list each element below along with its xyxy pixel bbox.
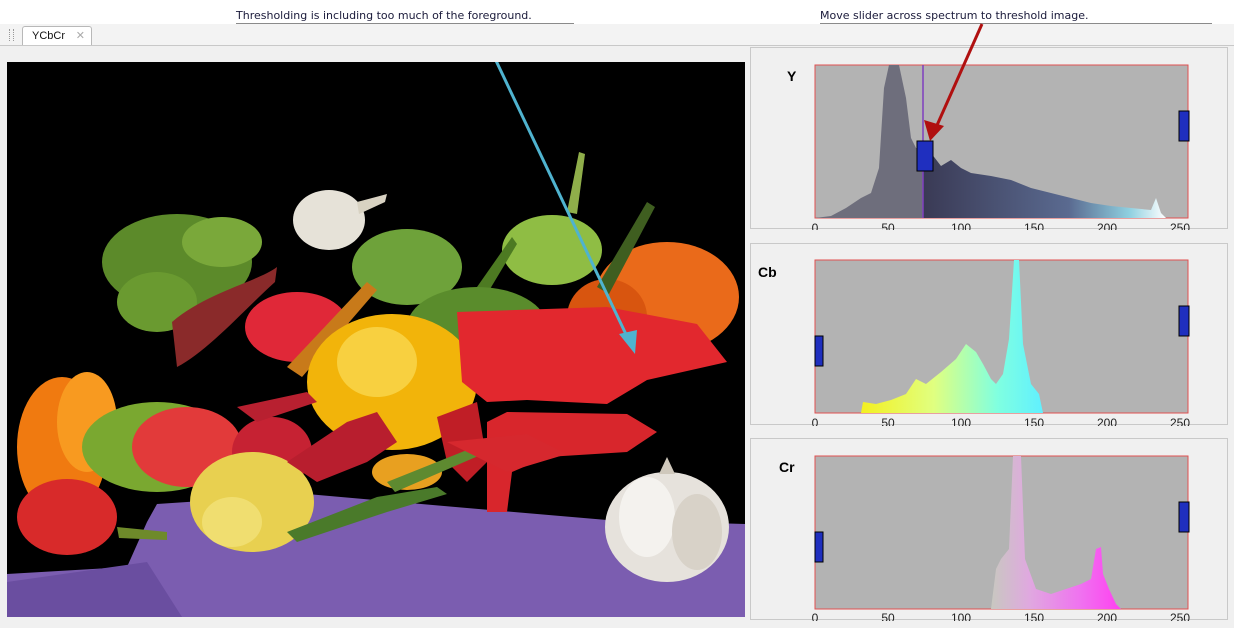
annotation-right: Move slider across spectrum to threshold… (820, 9, 1089, 22)
histogram-cb-plot: 0 50 100 150 200 250 (812, 259, 1190, 426)
tick-label: 50 (881, 221, 895, 230)
tick-label: 0 (812, 221, 819, 230)
histogram-y-upper-slider[interactable] (1178, 110, 1190, 142)
thresholded-image (7, 62, 745, 617)
histogram-panel-cb: Cb 0 50 100 150 200 250 (750, 243, 1228, 426)
histogram-y-lower-slider[interactable] (916, 140, 934, 172)
tick-label: 100 (951, 221, 971, 230)
histogram-cr-lower-slider[interactable] (814, 531, 824, 563)
tick-label: 150 (1024, 416, 1044, 426)
tick-label: 250 (1170, 416, 1190, 426)
tick-label: 50 (881, 416, 895, 426)
histogram-cb-lower-slider[interactable] (814, 335, 824, 367)
peppers-image (7, 62, 745, 617)
histogram-cb-upper-slider[interactable] (1178, 305, 1190, 337)
annotation-left: Thresholding is including too much of th… (236, 9, 532, 22)
tick-label: 250 (1170, 221, 1190, 230)
histogram-y-plot: 0 50 100 150 200 250 (812, 64, 1190, 230)
tab-strip: YCbCr ✕ (0, 24, 1234, 46)
tick-label: 50 (881, 611, 895, 621)
tick-label: 200 (1097, 221, 1117, 230)
tick-label: 150 (1024, 221, 1044, 230)
tick-label: 200 (1097, 611, 1117, 621)
histogram-cr-plot: 0 50 100 150 200 250 (812, 455, 1190, 621)
tick-label: 0 (812, 416, 819, 426)
histogram-panel-y: Y 0 50 100 150 200 250 (750, 47, 1228, 230)
histogram-panel-cr: Cr 0 50 100 150 200 250 (750, 438, 1228, 621)
tick-label: 100 (951, 611, 971, 621)
tab-ycbcr[interactable]: YCbCr ✕ (22, 26, 92, 45)
tick-label: 150 (1024, 611, 1044, 621)
close-icon[interactable]: ✕ (76, 27, 85, 45)
tick-label: 250 (1170, 611, 1190, 621)
tick-label: 0 (812, 611, 819, 621)
tick-label: 200 (1097, 416, 1117, 426)
tab-label: YCbCr (32, 30, 66, 42)
histogram-cr-upper-slider[interactable] (1178, 501, 1190, 533)
tick-label: 100 (951, 416, 971, 426)
grip-handle-icon[interactable] (9, 29, 14, 41)
